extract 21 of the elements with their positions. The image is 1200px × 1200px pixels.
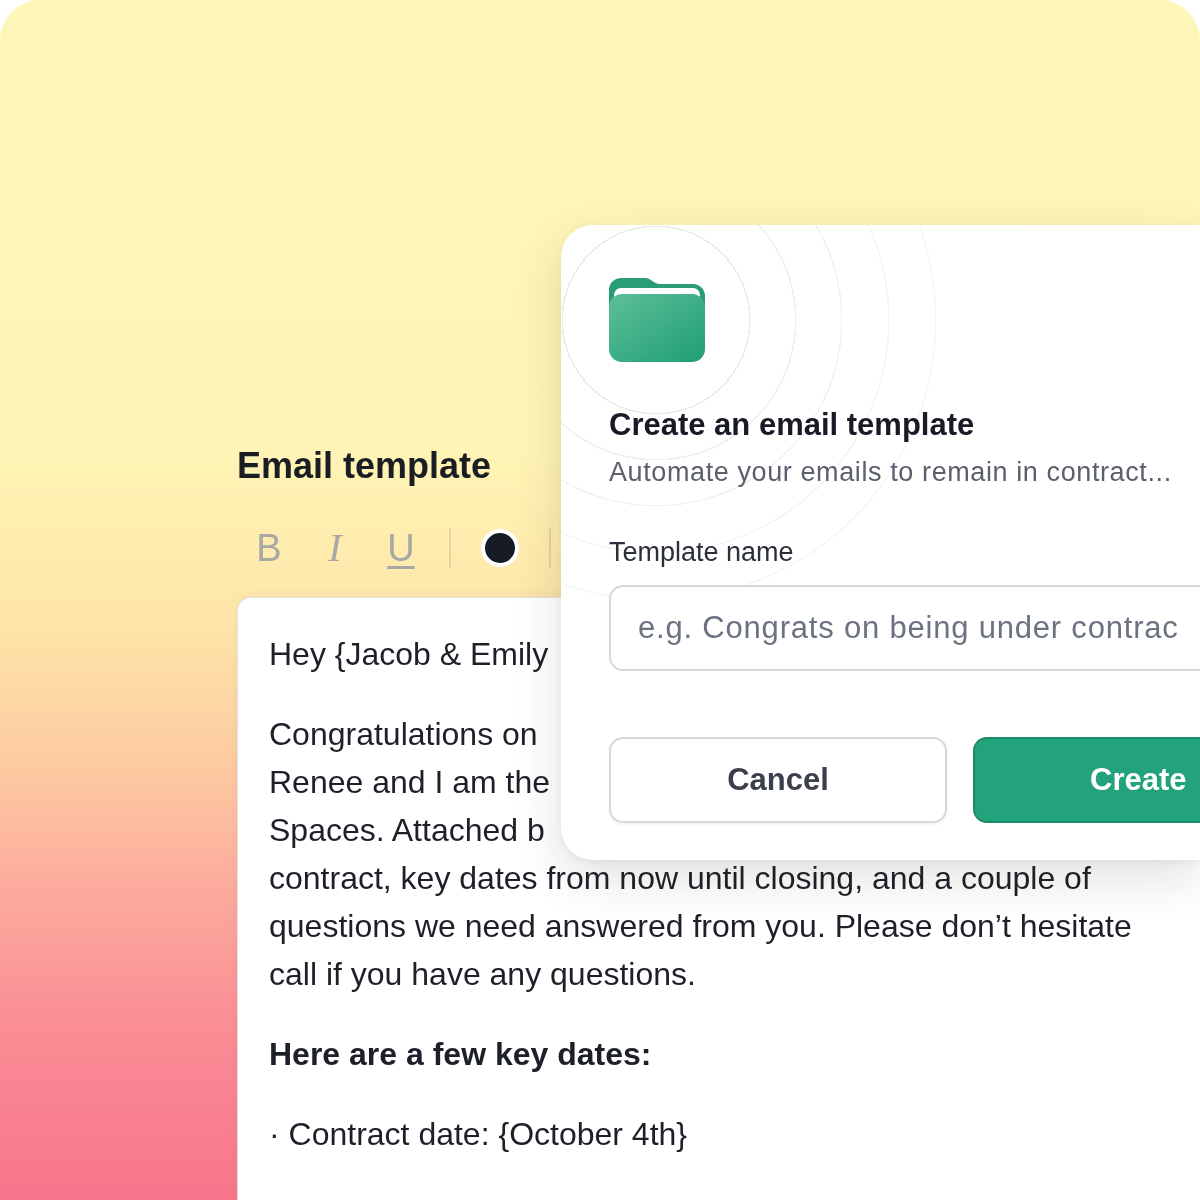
underline-button[interactable]: U [383,526,419,570]
color-swatch-icon[interactable] [481,529,519,567]
email-body-line: call if you have any questions. [269,956,696,992]
email-body-line: Congratulations on [269,716,538,752]
cancel-button[interactable]: Cancel [609,737,947,823]
email-body-line: Renee and I am the [269,764,551,800]
section-heading: Email template [237,446,492,486]
email-body-line: Spaces. Attached b [269,812,545,848]
create-button[interactable]: Create [973,737,1200,823]
email-body-line: questions we need answered from you. Please don’t hesitate [269,908,1132,944]
dialog-subtitle: Automate your emails to remain in contract... [609,456,1172,488]
bold-button[interactable]: B [251,526,287,570]
email-body-line: Hey {Jacob & Emily [269,636,549,672]
template-name-field[interactable]: e.g. Congrats on being under contrac [609,585,1200,671]
email-body-line: contract, key dates from now until closing, and a couple of [269,860,1091,896]
folder-icon [609,278,705,362]
email-body-line: · Contract date: {October 4th} [269,1116,687,1152]
field-label: Template name [609,536,794,568]
italic-button[interactable]: I [317,526,353,570]
email-body-heading: Here are a few key dates: [269,1036,652,1072]
dialog-title: Create an email template [609,407,975,443]
